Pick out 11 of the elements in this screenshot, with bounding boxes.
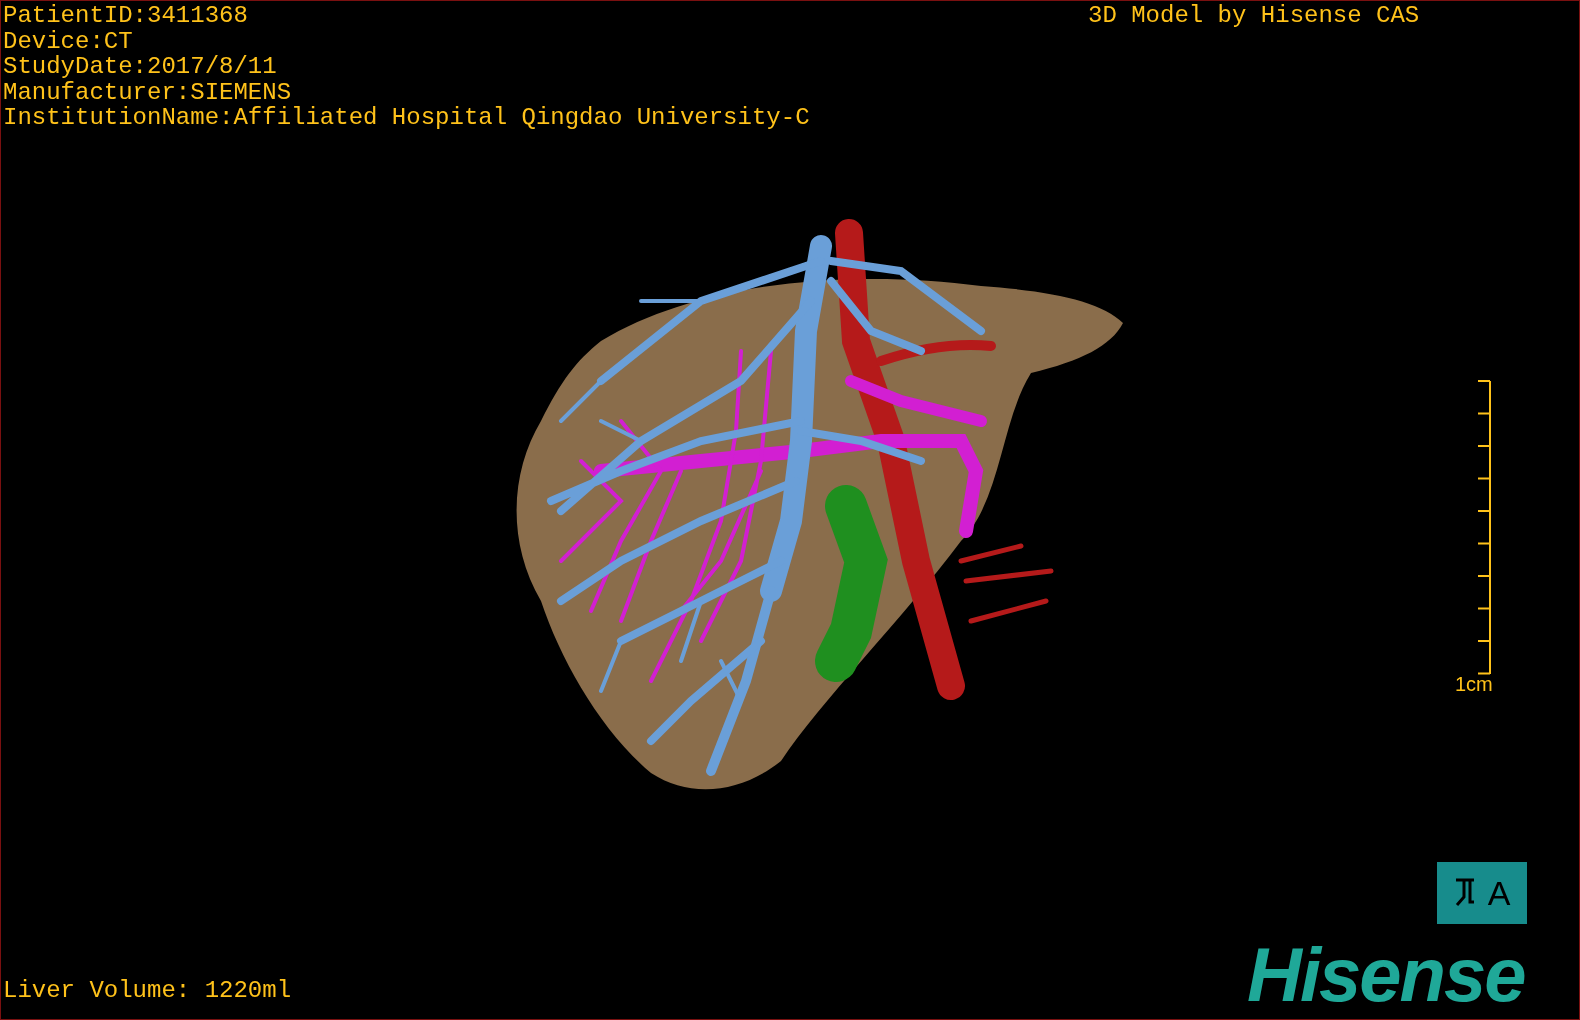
study-info-line: InstitutionName:Affiliated Hospital Qingdao University-C (3, 105, 810, 131)
scale-label: 1cm (1455, 673, 1493, 695)
body-figure-icon (1453, 877, 1476, 909)
liver-volume: Liver Volume: 1220ml (3, 978, 292, 1004)
study-info-line: StudyDate:2017/8/11 (3, 54, 278, 80)
logo: Hisense (1247, 937, 1525, 1013)
study-info-line: Device:CT (3, 28, 134, 54)
orientation-label: A (1487, 876, 1511, 910)
study-info-line: PatientID:3411368 (3, 3, 249, 29)
study-info-line: Manufacturer:SIEMENS (3, 79, 293, 105)
model-title: 3D Model by Hisense CAS (1088, 3, 1420, 29)
